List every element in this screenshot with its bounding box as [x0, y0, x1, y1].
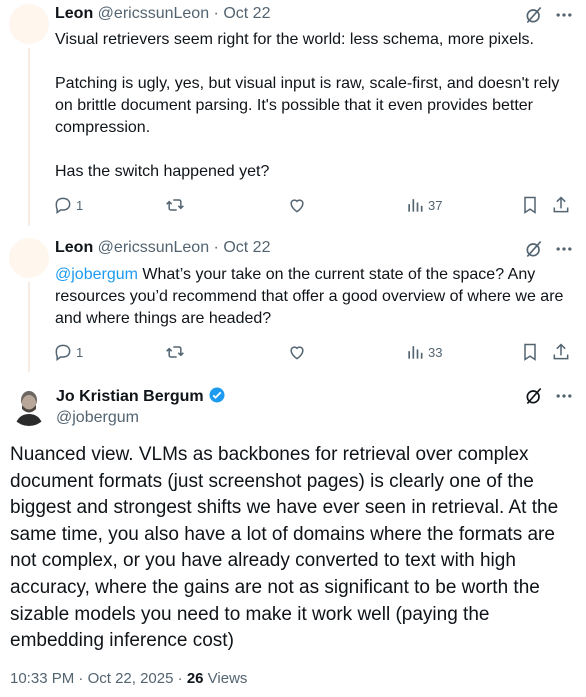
author-name[interactable]: Jo Kristian Bergum [56, 388, 204, 405]
top-icons [524, 239, 574, 259]
avatar-image [15, 391, 43, 426]
separator: · [78, 670, 84, 687]
share-button[interactable] [551, 195, 571, 215]
thread-line [28, 48, 30, 226]
post-meta: 10:33 PM · Oct 22, 2025 · 26 Views [10, 670, 247, 687]
analytics-icon [408, 346, 423, 359]
bookmark-button[interactable] [520, 342, 540, 362]
views-label: Views [207, 670, 248, 687]
grok-icon[interactable] [524, 5, 544, 25]
more-icon[interactable] [554, 5, 574, 25]
bookmark-icon [524, 343, 536, 361]
views-button[interactable]: 33 [405, 342, 442, 362]
author-name[interactable]: Leon [55, 5, 93, 22]
separator: · [213, 5, 219, 22]
mention-link[interactable]: @jobergum [55, 266, 138, 283]
grok-icon[interactable] [524, 239, 544, 259]
views-count: 26 [186, 670, 204, 687]
top-icons [524, 386, 574, 406]
share-button[interactable] [551, 342, 571, 362]
reply-icon [55, 344, 71, 361]
avatar[interactable] [9, 4, 49, 44]
avatar[interactable] [9, 386, 49, 426]
author-handle[interactable]: @ericssunLeon [98, 5, 209, 22]
post-time[interactable]: 10:33 PM [10, 670, 74, 687]
top-icons [524, 5, 574, 25]
reply-text: @jobergum What’s your take on the curren… [55, 264, 580, 330]
views-count: 33 [428, 344, 443, 360]
author-name[interactable]: Leon [55, 239, 93, 256]
retweet-icon [166, 346, 184, 358]
views-button[interactable]: 37 [405, 195, 442, 215]
like-button[interactable] [287, 342, 307, 362]
thread-line [28, 282, 30, 372]
reply-count: 1 [76, 344, 84, 360]
reply-header: Leon @ericssunLeon · Oct 22 [55, 5, 270, 23]
bookmark-icon [524, 196, 536, 214]
more-icon[interactable] [554, 239, 574, 259]
reply-count: 1 [76, 197, 84, 213]
reply-button[interactable]: 1 [53, 195, 83, 215]
avatar[interactable] [9, 238, 49, 278]
analytics-icon [408, 199, 423, 212]
author-handle[interactable]: @jobergum [56, 409, 139, 427]
retweet-icon [166, 199, 184, 211]
reply-text: Visual retrievers seem right for the wor… [55, 31, 560, 180]
reply-header: Leon @ericssunLeon · Oct 22 [55, 239, 270, 257]
share-icon [553, 343, 569, 360]
views-count: 37 [428, 197, 443, 213]
post-text: Nuanced view. VLMs as backbones for retr… [10, 444, 559, 652]
grok-icon[interactable] [524, 386, 544, 406]
share-icon [553, 196, 569, 213]
author-block: Jo Kristian Bergum [56, 386, 226, 406]
verified-badge-icon [209, 387, 225, 403]
reply-icon [55, 197, 71, 214]
bookmark-button[interactable] [520, 195, 540, 215]
reply-button[interactable]: 1 [53, 342, 83, 362]
like-button[interactable] [287, 195, 307, 215]
post-date[interactable]: Oct 22 [223, 239, 270, 256]
separator: · [177, 670, 183, 687]
more-icon[interactable] [554, 386, 574, 406]
heart-icon [290, 199, 304, 213]
post-date[interactable]: Oct 22, 2025 [88, 670, 174, 687]
heart-icon [290, 346, 304, 360]
retweet-button[interactable] [165, 342, 185, 362]
separator: · [213, 239, 219, 256]
post-date[interactable]: Oct 22 [223, 5, 270, 22]
author-handle[interactable]: @ericssunLeon [98, 239, 209, 256]
retweet-button[interactable] [165, 195, 185, 215]
